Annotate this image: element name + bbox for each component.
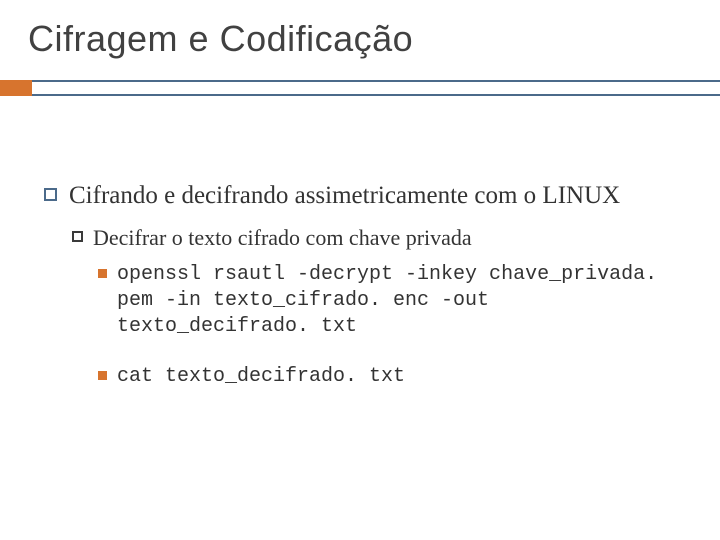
slide-title: Cifragem e Codificação: [0, 0, 720, 60]
hollow-square-icon: [72, 231, 83, 242]
lvl2-text: Decifrar o texto cifrado com chave priva…: [93, 225, 472, 251]
lvl3-text-a: openssl rsautl -decrypt -inkey chave_pri…: [117, 262, 677, 340]
bullet-level-3: openssl rsautl -decrypt -inkey chave_pri…: [98, 262, 680, 340]
slide: Cifragem e Codificação Cifrando e decifr…: [0, 0, 720, 540]
lvl3-text-b: cat texto_decifrado. txt: [117, 364, 405, 390]
bullet-level-3: cat texto_decifrado. txt: [98, 364, 680, 390]
bullet-level-1: Cifrando e decifrando assimetricamente c…: [44, 180, 680, 211]
hollow-square-icon: [44, 188, 57, 201]
accent-bar: [0, 80, 32, 96]
content-area: Cifrando e decifrando assimetricamente c…: [0, 60, 720, 390]
horizontal-rule: [0, 80, 720, 96]
bullet-level-2: Decifrar o texto cifrado com chave priva…: [72, 225, 680, 251]
filled-square-icon: [98, 371, 107, 380]
lvl1-text: Cifrando e decifrando assimetricamente c…: [69, 180, 620, 211]
filled-square-icon: [98, 269, 107, 278]
